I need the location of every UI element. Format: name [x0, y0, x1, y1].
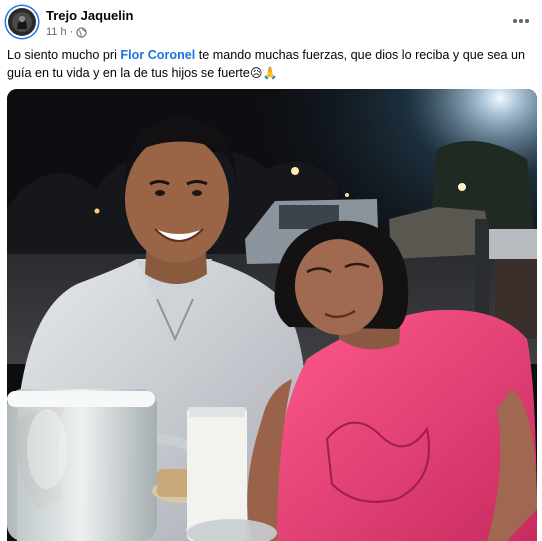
meta-separator: · [69, 26, 74, 38]
more-horizontal-icon [513, 19, 517, 23]
globe-icon [76, 26, 87, 38]
more-options-button[interactable] [508, 10, 534, 32]
more-dot [519, 19, 523, 23]
more-dot [525, 19, 529, 23]
facebook-post: Trejo Jaquelin 11 h · Lo siento mucho pr… [0, 0, 542, 541]
post-photo[interactable] [7, 89, 537, 541]
post-time[interactable]: 11 h [46, 25, 67, 39]
author-avatar[interactable] [6, 6, 38, 38]
author-name[interactable]: Trejo Jaquelin [46, 8, 133, 24]
post-meta: 11 h · [46, 25, 87, 39]
mention-link[interactable]: Flor Coronel [120, 48, 195, 62]
post-text-before: Lo siento mucho pri [7, 48, 121, 62]
post-header: Trejo Jaquelin 11 h · [0, 0, 542, 44]
post-text: Lo siento mucho pri Flor Coronel te mand… [7, 46, 535, 82]
post-emojis: 😥🙏 [249, 66, 278, 80]
